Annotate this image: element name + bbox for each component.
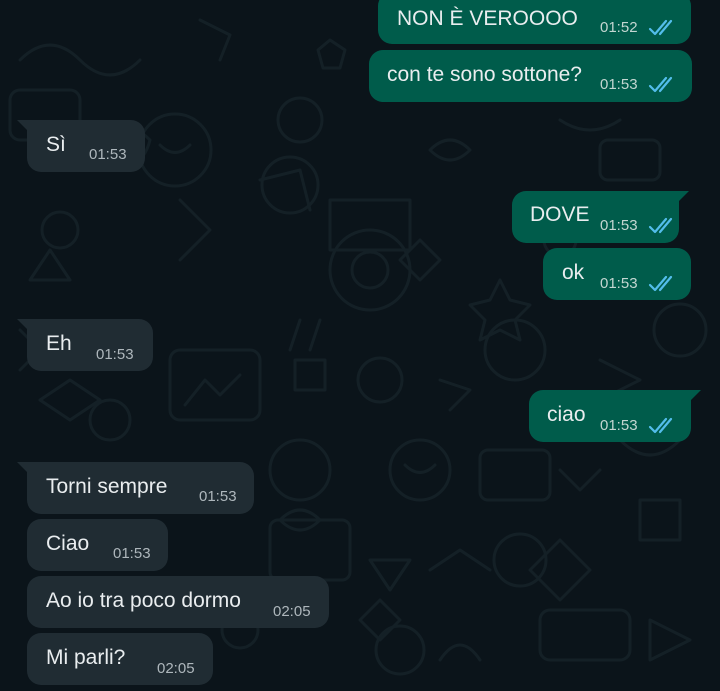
message-incoming[interactable]: Eh 01:53	[17, 319, 153, 371]
message-incoming[interactable]: Sì 01:53	[17, 120, 145, 172]
message-time: 02:05	[157, 660, 195, 677]
message-outgoing[interactable]: DOVE 01:53	[512, 191, 689, 243]
message-time: 01:52	[600, 19, 638, 36]
message-text: DOVE	[530, 203, 590, 226]
message-incoming[interactable]: Ao io tra poco dormo 02:05	[27, 576, 329, 628]
message-time: 01:53	[600, 275, 638, 292]
double-check-icon	[648, 217, 673, 234]
message-incoming[interactable]: Ciao 01:53	[27, 519, 168, 571]
message-text: Sì	[46, 133, 66, 156]
message-outgoing[interactable]: ciao 01:53	[529, 390, 701, 442]
message-time: 01:53	[600, 417, 638, 434]
message-outgoing[interactable]: ok 01:53	[543, 248, 691, 300]
message-time: 01:53	[113, 545, 151, 562]
message-text: Ao io tra poco dormo	[46, 589, 241, 612]
message-text: Ciao	[46, 532, 90, 555]
message-time: 01:53	[600, 76, 638, 93]
chat-conversation[interactable]: NON È VEROOOO 01:52 con te sono sottone?…	[0, 0, 720, 691]
message-text: con te sono sottone?	[387, 63, 582, 86]
message-time: 01:53	[600, 217, 638, 234]
message-text: NON È VEROOOO	[397, 7, 578, 30]
message-time: 01:53	[199, 488, 237, 505]
message-text: ciao	[547, 403, 586, 426]
message-outgoing[interactable]: NON È VEROOOO 01:52	[378, 0, 691, 44]
double-check-icon	[648, 76, 673, 93]
message-text: Torni sempre	[46, 475, 168, 498]
message-outgoing[interactable]: con te sono sottone? 01:53	[369, 50, 692, 102]
message-text: ok	[562, 261, 585, 284]
message-incoming[interactable]: Mi parli? 02:05	[27, 633, 213, 685]
message-incoming[interactable]: Torni sempre 01:53	[17, 462, 254, 514]
message-time: 02:05	[273, 603, 311, 620]
message-time: 01:53	[96, 346, 134, 363]
message-text: Mi parli?	[46, 646, 126, 669]
double-check-icon	[648, 417, 673, 434]
double-check-icon	[648, 19, 673, 36]
message-text: Eh	[46, 332, 72, 355]
double-check-icon	[648, 275, 673, 292]
message-time: 01:53	[89, 146, 127, 163]
